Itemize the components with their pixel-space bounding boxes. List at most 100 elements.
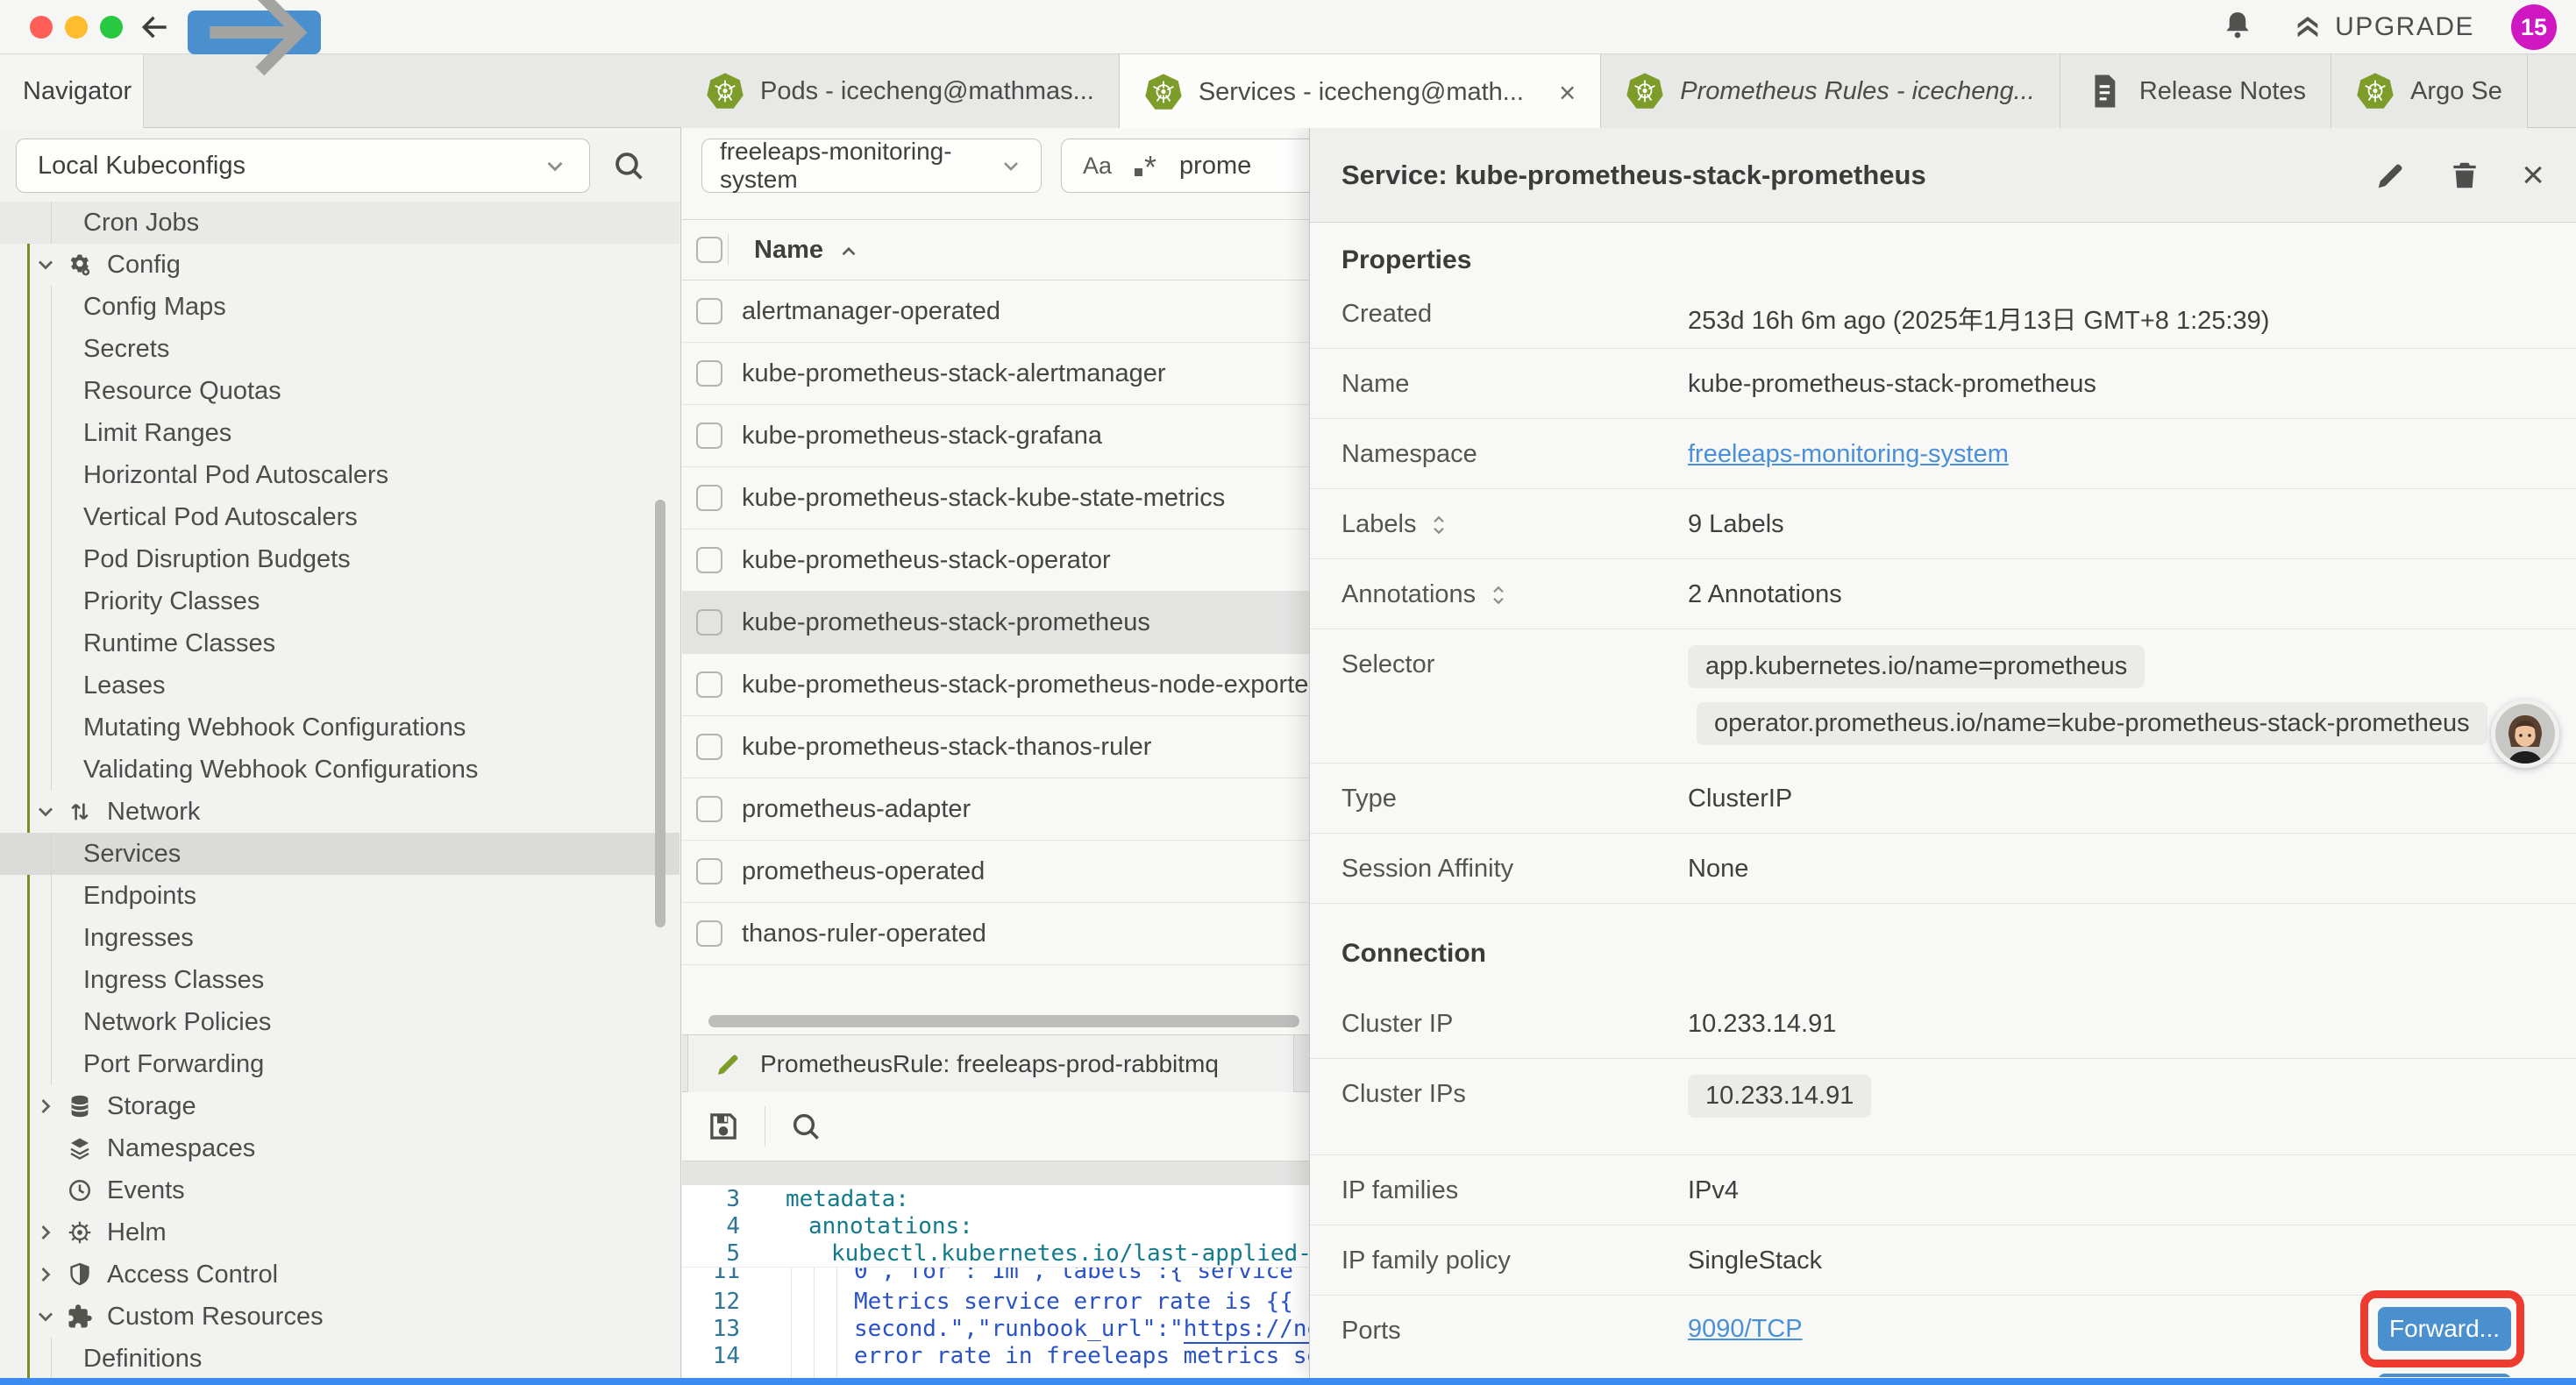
row-checkbox[interactable] xyxy=(696,671,722,698)
sidebar-item-secrets[interactable]: Secrets xyxy=(0,328,680,370)
chevron-right-icon[interactable] xyxy=(33,1261,67,1288)
tab-prometheus-rules-icecheng[interactable]: Prometheus Rules - icecheng... xyxy=(1601,54,2060,128)
editor-line-12[interactable]: 12Metrics service error rate is {{ $val xyxy=(682,1288,1324,1315)
navigator-panel-tab[interactable]: Navigator xyxy=(0,54,144,128)
editor-line-14[interactable]: 14error rate in freeleaps metrics serv xyxy=(682,1342,1324,1369)
sidebar-item-vertical-pod-autoscalers[interactable]: Vertical Pod Autoscalers xyxy=(0,496,680,538)
close-window-button[interactable] xyxy=(30,16,53,39)
table-row-alertmanager-operated[interactable]: alertmanager-operated xyxy=(682,281,1324,343)
table-horizontal-scrollbar[interactable] xyxy=(708,1015,1299,1027)
account-notification-badge[interactable]: 15 xyxy=(2511,4,2557,50)
sidebar-item-resource-quotas[interactable]: Resource Quotas xyxy=(0,370,680,412)
save-icon[interactable] xyxy=(705,1108,742,1145)
delete-trash-icon[interactable] xyxy=(2448,159,2481,192)
sidebar-item-pod-disruption-budgets[interactable]: Pod Disruption Budgets xyxy=(0,538,680,580)
edit-pencil-icon[interactable] xyxy=(2374,159,2408,192)
row-checkbox[interactable] xyxy=(696,796,722,822)
regex-toggle[interactable]: * xyxy=(1135,147,1156,184)
row-checkbox[interactable] xyxy=(696,360,722,387)
sidebar-item-namespaces[interactable]: Namespaces xyxy=(0,1127,680,1169)
sidebar-item-storage[interactable]: Storage xyxy=(0,1085,680,1127)
sidebar-item-port-forwarding[interactable]: Port Forwarding xyxy=(0,1043,680,1085)
unfold-toggle-icon[interactable] xyxy=(1488,582,1509,608)
editor-line-5[interactable]: 5kubectl.kubernetes.io/last-applied-conf… xyxy=(682,1239,1324,1267)
sidebar-item-mutating-webhook-configurations[interactable]: Mutating Webhook Configurations xyxy=(0,707,680,749)
sidebar-item-leases[interactable]: Leases xyxy=(0,664,680,707)
editor-tab-prometheusrule[interactable]: PrometheusRule: freeleaps-prod-rabbitmq xyxy=(687,1035,1294,1092)
kubeconfig-selector[interactable]: Local Kubeconfigs xyxy=(16,138,590,193)
sidebar-item-config[interactable]: Config xyxy=(0,244,680,286)
table-row-kube-prometheus-stack-alertmanager[interactable]: kube-prometheus-stack-alertmanager xyxy=(682,343,1324,405)
forward-button[interactable]: Forward... xyxy=(2378,1374,2511,1377)
back-arrow-icon[interactable] xyxy=(139,11,172,44)
table-row-prometheus-adapter[interactable]: prometheus-adapter xyxy=(682,778,1324,841)
tab-argo-se[interactable]: Argo Se xyxy=(2331,54,2528,128)
sidebar-item-cron-jobs[interactable]: Cron Jobs xyxy=(0,202,680,244)
upgrade-button[interactable]: UPGRADE xyxy=(2293,12,2474,42)
tab-close-icon[interactable]: × xyxy=(1559,78,1576,107)
match-case-toggle[interactable]: Aa xyxy=(1083,153,1112,180)
sidebar-search-icon[interactable] xyxy=(610,147,647,184)
row-checkbox[interactable] xyxy=(696,485,722,511)
sidebar-item-network[interactable]: Network xyxy=(0,791,680,833)
sidebar-item-definitions[interactable]: Definitions xyxy=(0,1338,680,1378)
editor-line-4[interactable]: 4annotations: xyxy=(682,1212,1324,1239)
table-row-kube-prometheus-stack-prometheus-node-ex[interactable]: kube-prometheus-stack-prometheus-node-ex… xyxy=(682,654,1324,716)
tab-release-notes[interactable]: Release Notes xyxy=(2060,54,2331,128)
table-row-kube-prometheus-stack-prometheus[interactable]: kube-prometheus-stack-prometheus xyxy=(682,592,1324,654)
table-row-prometheus-operated[interactable]: prometheus-operated xyxy=(682,841,1324,903)
zoom-window-button[interactable] xyxy=(100,16,123,39)
name-column-header[interactable]: Name xyxy=(754,236,823,265)
port-link[interactable]: 9090/TCP xyxy=(1688,1315,1803,1344)
sidebar-item-runtime-classes[interactable]: Runtime Classes xyxy=(0,622,680,664)
sidebar-item-config-maps[interactable]: Config Maps xyxy=(0,286,680,328)
namespace-link[interactable]: freeleaps-monitoring-system xyxy=(1688,440,2009,469)
tab-pods-icecheng-mathmas[interactable]: Pods - icecheng@mathmas... xyxy=(681,54,1120,128)
sidebar-item-priority-classes[interactable]: Priority Classes xyxy=(0,580,680,622)
table-row-kube-prometheus-stack-kube-state-metrics[interactable]: kube-prometheus-stack-kube-state-metrics xyxy=(682,467,1324,529)
forward-button[interactable]: Forward... xyxy=(2378,1307,2511,1351)
editor-line-11[interactable]: 110","for":"1m","labels":{"service":" xyxy=(682,1267,1324,1288)
editor-line-3[interactable]: 3metadata: xyxy=(682,1185,1324,1212)
chevron-down-icon[interactable] xyxy=(33,799,67,825)
sidebar-item-events[interactable]: Events xyxy=(0,1169,680,1211)
table-row-thanos-ruler-operated[interactable]: thanos-ruler-operated xyxy=(682,903,1324,965)
presence-avatar[interactable] xyxy=(2491,700,2559,768)
sidebar-item-ingress-classes[interactable]: Ingress Classes xyxy=(0,959,680,1001)
drawer-close-icon[interactable]: × xyxy=(2522,156,2544,195)
chevron-right-icon[interactable] xyxy=(33,1219,67,1246)
notifications-bell-icon[interactable] xyxy=(2219,7,2256,47)
filter-search-input[interactable]: Aa * prome xyxy=(1061,138,1322,193)
row-checkbox[interactable] xyxy=(696,609,722,636)
row-checkbox[interactable] xyxy=(696,298,722,324)
editor-search-icon[interactable] xyxy=(788,1109,823,1144)
unfold-toggle-icon[interactable] xyxy=(1428,512,1449,538)
chevron-right-icon[interactable] xyxy=(33,1093,67,1119)
sidebar-item-horizontal-pod-autoscalers[interactable]: Horizontal Pod Autoscalers xyxy=(0,454,680,496)
row-checkbox[interactable] xyxy=(696,547,722,573)
sidebar-item-network-policies[interactable]: Network Policies xyxy=(0,1001,680,1043)
row-checkbox[interactable] xyxy=(696,920,722,947)
namespace-selector[interactable]: freeleaps-monitoring-system xyxy=(701,138,1042,193)
select-all-checkbox[interactable] xyxy=(696,237,722,263)
sort-ascending-icon[interactable] xyxy=(837,240,860,259)
sidebar-item-services[interactable]: Services xyxy=(0,833,680,875)
editor-line-13[interactable]: 13second.","runbook_url":"https://netc xyxy=(682,1315,1324,1342)
yaml-editor[interactable]: 3metadata:4annotations:5kubectl.kubernet… xyxy=(682,1185,1324,1378)
tab-services-icecheng-math[interactable]: Services - icecheng@math...× xyxy=(1120,54,1601,128)
chevron-down-icon[interactable] xyxy=(33,252,67,278)
row-checkbox[interactable] xyxy=(696,734,722,760)
sidebar-item-custom-resources[interactable]: Custom Resources xyxy=(0,1296,680,1338)
sidebar-item-endpoints[interactable]: Endpoints xyxy=(0,875,680,917)
forward-arrow-icon[interactable] xyxy=(188,11,321,54)
row-checkbox[interactable] xyxy=(696,858,722,884)
row-checkbox[interactable] xyxy=(696,423,722,449)
table-row-kube-prometheus-stack-thanos-ruler[interactable]: kube-prometheus-stack-thanos-ruler xyxy=(682,716,1324,778)
chevron-down-icon[interactable] xyxy=(33,1303,67,1330)
sidebar-item-validating-webhook-configurations[interactable]: Validating Webhook Configurations xyxy=(0,749,680,791)
sidebar-item-limit-ranges[interactable]: Limit Ranges xyxy=(0,412,680,454)
sidebar-item-helm[interactable]: Helm xyxy=(0,1211,680,1254)
sidebar-scrollbar[interactable] xyxy=(655,500,665,927)
table-row-kube-prometheus-stack-grafana[interactable]: kube-prometheus-stack-grafana xyxy=(682,405,1324,467)
table-row-kube-prometheus-stack-operator[interactable]: kube-prometheus-stack-operator xyxy=(682,529,1324,592)
